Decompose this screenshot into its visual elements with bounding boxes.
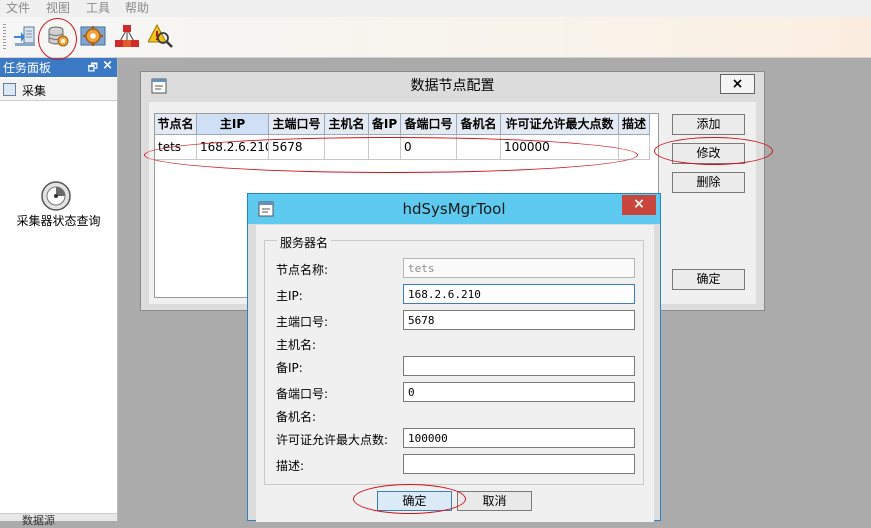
dialog-ok-button[interactable]: 确定: [377, 491, 452, 511]
backup-ip-input[interactable]: [403, 356, 635, 376]
network-button[interactable]: [114, 23, 140, 49]
main-host-label: 主机名:: [276, 338, 317, 352]
main-ip-label: 主IP:: [276, 289, 303, 303]
datasource-tab[interactable]: 数据源: [0, 513, 117, 527]
pin-icon[interactable]: 🗗: [88, 59, 98, 78]
config-window-title: 数据节点配置: [410, 78, 495, 94]
toolbar: [0, 17, 871, 58]
backup-ip-label: 备IP:: [276, 361, 303, 375]
table-cell[interactable]: 0: [401, 135, 457, 160]
task-panel-title: 任务面板: [3, 61, 52, 75]
node-name-input[interactable]: [403, 258, 635, 278]
server-group-label: 服务器名: [277, 234, 332, 251]
table-cell[interactable]: [457, 135, 501, 160]
collector-status-button[interactable]: [40, 180, 72, 212]
section-collection[interactable]: 采集: [0, 79, 117, 101]
description-input[interactable]: [403, 454, 635, 474]
menu-view[interactable]: 视图: [46, 0, 70, 17]
main-port-input[interactable]: [403, 310, 635, 330]
node-name-label: 节点名称:: [276, 263, 329, 277]
col-header-backup-port[interactable]: 备端口号: [401, 114, 457, 135]
dialog-title: hdSysMgrTool: [402, 200, 506, 218]
close-icon[interactable]: ×: [102, 58, 113, 73]
delete-button[interactable]: 删除: [672, 172, 745, 193]
license-max-label: 许可证允许最大点数:: [276, 433, 389, 447]
col-header-main-port[interactable]: 主端口号: [269, 114, 325, 135]
section-collection-label: 采集: [22, 84, 47, 98]
dialog-close-button[interactable]: ×: [622, 195, 656, 215]
menu-tools[interactable]: 工具: [86, 0, 110, 17]
menu-help[interactable]: 帮助: [125, 0, 149, 17]
table-cell[interactable]: [325, 135, 369, 160]
export-button[interactable]: [12, 23, 38, 49]
network-icon: [115, 25, 139, 47]
toolbar-grip[interactable]: [3, 24, 6, 50]
alert-search-button[interactable]: [147, 23, 174, 49]
task-panel-header: 任务面板 🗗 ×: [0, 58, 117, 77]
export-icon: [14, 26, 35, 46]
description-label: 描述:: [276, 459, 305, 473]
col-header-main-host[interactable]: 主机名: [325, 114, 369, 135]
main-port-label: 主端口号:: [276, 315, 329, 329]
alert-search-icon: [147, 23, 173, 48]
table-cell[interactable]: [369, 135, 401, 160]
col-header-node-name[interactable]: 节点名: [155, 114, 197, 135]
table-cell[interactable]: [619, 135, 650, 160]
add-button[interactable]: 添加: [672, 114, 745, 135]
edit-node-dialog: hdSysMgrTool × 服务器名 节点名称: 主IP: 主端口号: 主机名…: [247, 193, 661, 522]
main-ip-input[interactable]: [403, 284, 635, 304]
menu-file[interactable]: 文件: [6, 0, 30, 17]
database-config-button[interactable]: [45, 23, 71, 49]
col-header-backup-ip[interactable]: 备IP: [369, 114, 401, 135]
task-panel: 任务面板 🗗 × 采集 采集器状态查询 数据源: [0, 58, 118, 527]
collector-status-label[interactable]: 采集器状态查询: [0, 212, 117, 229]
database-config-icon: [48, 26, 69, 47]
table-cell[interactable]: 168.2.6.210: [197, 135, 269, 160]
gauge-icon: [41, 181, 71, 211]
table-cell[interactable]: 5678: [269, 135, 325, 160]
dialog-client-area: 服务器名 节点名称: 主IP: 主端口号: 主机名: 备IP: 备端口号: 备机…: [256, 225, 654, 522]
gear-icon: [80, 26, 106, 46]
dialog-titlebar[interactable]: hdSysMgrTool ×: [248, 194, 660, 224]
col-header-main-ip[interactable]: 主IP: [197, 114, 269, 135]
menu-bar: 文件 视图 工具 帮助: [0, 0, 871, 17]
table-cell[interactable]: tets: [155, 135, 197, 160]
datasource-tab-label: 数据源: [22, 514, 55, 527]
settings-button[interactable]: [80, 23, 106, 49]
config-close-button[interactable]: ×: [720, 74, 755, 94]
col-header-license-max[interactable]: 许可证允许最大点数: [501, 114, 619, 135]
col-header-backup-host[interactable]: 备机名: [457, 114, 501, 135]
backup-port-label: 备端口号:: [276, 387, 329, 401]
license-max-input[interactable]: [403, 428, 635, 448]
col-header-description[interactable]: 描述: [619, 114, 650, 135]
table-cell[interactable]: 100000: [501, 135, 619, 160]
modify-button[interactable]: 修改: [672, 143, 745, 164]
collection-icon: [3, 83, 16, 96]
backup-host-label: 备机名:: [276, 410, 317, 424]
backup-port-input[interactable]: [403, 382, 635, 402]
dialog-cancel-button[interactable]: 取消: [457, 491, 532, 511]
config-ok-button[interactable]: 确定: [672, 269, 745, 290]
